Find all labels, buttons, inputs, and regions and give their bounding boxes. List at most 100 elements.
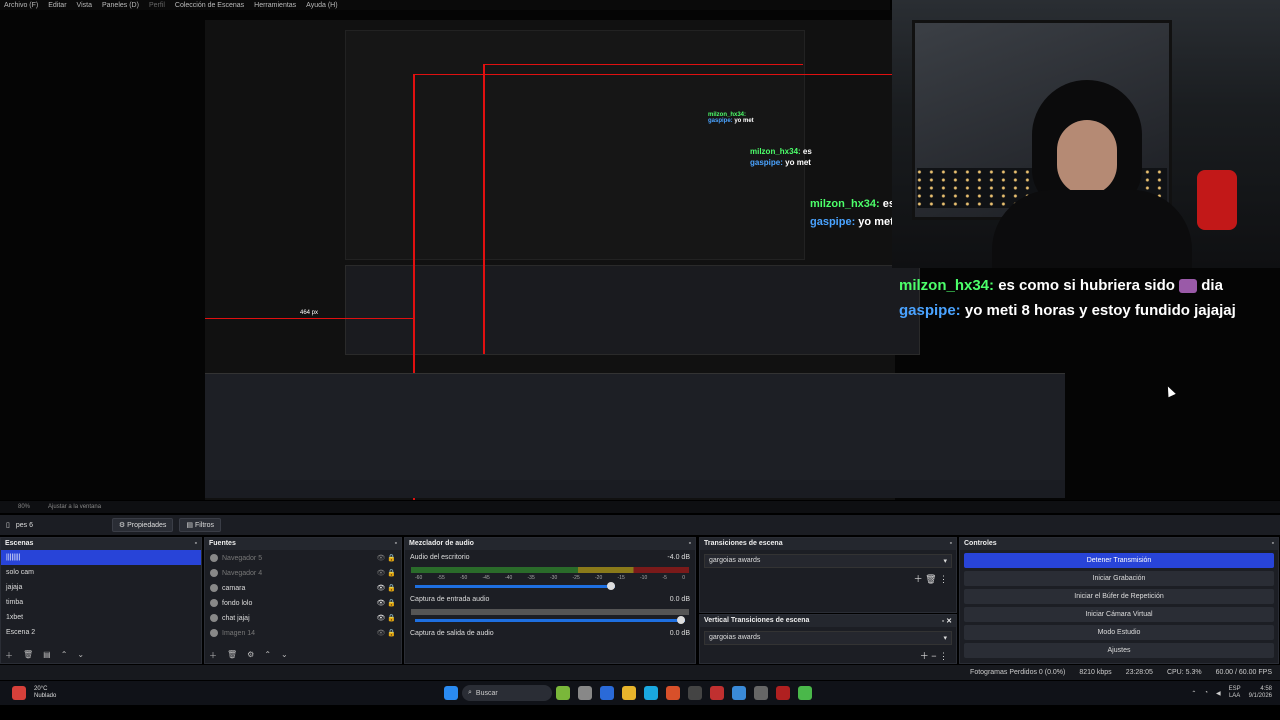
replay-buffer-button[interactable]: Iniciar el Búfer de Repetición xyxy=(964,589,1274,604)
guide-line xyxy=(413,74,893,75)
dock-title: Fuentes xyxy=(209,540,236,547)
volume-icon[interactable]: ◀ xyxy=(1216,690,1221,697)
app-icon[interactable] xyxy=(710,686,724,700)
vertical-transition-select[interactable]: gargoias awards ▾ xyxy=(704,631,952,645)
filter-icon[interactable]: ▤ xyxy=(43,650,51,661)
dropped-frames: Fotogramas Perdidos 0 (0.0%) xyxy=(970,669,1066,676)
transition-actions[interactable]: ＋ 🗑 ⋮ xyxy=(700,572,956,585)
menu-perfil[interactable]: Perfil xyxy=(149,2,165,9)
add-icon[interactable]: ＋ xyxy=(209,650,217,661)
menu-bar: Archivo (F) Editar Vista Paneles (D) Per… xyxy=(0,0,890,10)
status-bar: Fotogramas Perdidos 0 (0.0%) 8210 kbps 2… xyxy=(0,665,1280,680)
controls-dock: Controles ▫ Detener Transmisión Iniciar G… xyxy=(959,537,1279,664)
brave-icon[interactable] xyxy=(666,686,680,700)
volume-meter xyxy=(411,567,689,573)
chat-nested-3: milzon_hx34: gaspipe: yo met xyxy=(708,112,754,124)
scene-item[interactable]: |||||||| xyxy=(1,550,201,565)
fit-window[interactable]: Ajustar a la ventana xyxy=(48,504,101,510)
stop-stream-button[interactable]: Detener Transmisión xyxy=(964,553,1274,568)
up-icon[interactable]: ⌃ xyxy=(61,650,68,661)
vertical-transitions-dock: Vertical Transiciones de escena ▫ ✕ gargo… xyxy=(699,614,957,664)
edge-icon[interactable] xyxy=(644,686,658,700)
menu-archivo[interactable]: Archivo (F) xyxy=(4,2,38,9)
scene-item[interactable]: timba xyxy=(1,595,201,610)
app-icon[interactable] xyxy=(798,686,812,700)
app-icon[interactable] xyxy=(600,686,614,700)
chat-message: es como si hubriera sido xyxy=(998,277,1175,294)
system-tray: ⌃ ◔ ◀ ESP LAA 4:58 9/1/2026 xyxy=(1191,686,1280,700)
trash-icon[interactable]: 🗑 xyxy=(227,650,237,661)
scene-icon: ▯ xyxy=(6,522,10,529)
emote-icon xyxy=(1179,279,1198,294)
properties-button[interactable]: ⚙ Propiedades xyxy=(111,518,174,532)
chat-user: gaspipe: xyxy=(899,302,961,319)
add-icon[interactable]: ＋ xyxy=(5,650,13,661)
menu-coleccion[interactable]: Colección de Escenas xyxy=(175,2,244,9)
measure-label: 464 px xyxy=(300,310,319,316)
volume-slider[interactable] xyxy=(415,616,685,624)
app-icon[interactable] xyxy=(578,686,592,700)
obs-icon[interactable] xyxy=(688,686,702,700)
menu-vista[interactable]: Vista xyxy=(77,2,92,9)
source-item[interactable]: Imagen 14 👁 🔒 xyxy=(205,625,401,640)
filters-button[interactable]: ▤ Filtros xyxy=(179,518,222,532)
source-item[interactable]: chat jajaj 👁 🔒 xyxy=(205,610,401,625)
trash-icon[interactable]: 🗑 xyxy=(23,650,33,661)
studio-mode-button[interactable]: Modo Estudio xyxy=(964,625,1274,640)
dock-title: Escenas xyxy=(5,540,34,547)
scenes-dock: Escenas ▫ |||||||| solo cam jajaja timba … xyxy=(0,537,202,664)
chat-nested-1: milzon_hx34: es gaspipe: yo meti xyxy=(810,198,897,228)
bitrate: 8210 kbps xyxy=(1079,669,1112,676)
weather-icon xyxy=(12,686,26,700)
source-item[interactable]: fondo lolo 👁 🔒 xyxy=(205,595,401,610)
up-icon[interactable]: ⌃ xyxy=(264,650,271,661)
gear-icon[interactable]: ⚙ xyxy=(247,650,254,661)
nested-dock-preview xyxy=(345,265,920,355)
folder-icon[interactable] xyxy=(622,686,636,700)
down-icon[interactable]: ⌄ xyxy=(281,650,288,661)
audio-mixer-dock: Mezclador de audio ▫ Audio del escritorio… xyxy=(404,537,696,664)
start-icon[interactable] xyxy=(444,686,458,700)
app-icon[interactable] xyxy=(732,686,746,700)
source-item[interactable]: Navegador 4 👁 🔒 xyxy=(205,565,401,580)
dock-title: Mezclador de audio xyxy=(409,540,474,547)
language-indicator[interactable]: ESP LAA xyxy=(1229,686,1241,700)
menu-editar[interactable]: Editar xyxy=(48,2,66,9)
start-recording-button[interactable]: Iniciar Grabación xyxy=(964,571,1274,586)
cpu-usage: CPU: 5.3% xyxy=(1166,669,1202,676)
transition-select[interactable]: gargoias awards ▾ xyxy=(704,554,952,568)
taskbar-search[interactable]: ⌕ Buscar xyxy=(462,685,552,701)
clock[interactable]: 4:58 9/1/2026 xyxy=(1249,686,1272,700)
virtual-camera-button[interactable]: Iniciar Cámara Virtual xyxy=(964,607,1274,622)
weather-widget[interactable]: 20°C Nublado xyxy=(0,686,440,700)
settings-button[interactable]: Ajustes xyxy=(964,643,1274,658)
menu-paneles[interactable]: Paneles (D) xyxy=(102,2,139,9)
source-item[interactable]: camara 👁 🔒 xyxy=(205,580,401,595)
chevron-up-icon[interactable]: ⌃ xyxy=(1191,690,1196,697)
menu-herramientas[interactable]: Herramientas xyxy=(254,2,296,9)
chat-nested-2: milzon_hx34: es gaspipe: yo met xyxy=(750,147,812,167)
chat-message: yo meti 8 horas y estoy fundido jajajaj xyxy=(964,302,1236,319)
zoom-level[interactable]: 80% xyxy=(18,504,30,510)
dock-title: Vertical Transiciones de escena xyxy=(704,617,810,624)
search-icon: ⌕ xyxy=(468,689,472,696)
chat-overlay: milzon_hx34: es como si hubriera sido di… xyxy=(899,277,1236,319)
guide-line xyxy=(483,64,803,65)
meter-scale: -60 -55 -50 -45 -40 -35 -30 -25 -20 -15 -10 -5 0 xyxy=(415,575,685,581)
down-icon[interactable]: ⌄ xyxy=(77,650,84,661)
volume-slider[interactable] xyxy=(415,582,615,590)
menu-ayuda[interactable]: Ayuda (H) xyxy=(306,2,337,9)
source-item[interactable]: Navegador 5 👁 🔒 xyxy=(205,550,401,565)
vertical-transition-actions[interactable]: ＋ − ⋮ xyxy=(700,649,956,662)
chat-user: milzon_hx34: xyxy=(899,277,995,294)
mixer-channel: Captura de entrada audio 0.0 dB xyxy=(410,596,690,603)
preview-zoom-bar: 80% Ajustar a la ventana xyxy=(0,501,1280,513)
calculator-icon[interactable] xyxy=(754,686,768,700)
scene-item[interactable]: 1xbet xyxy=(1,610,201,625)
scene-item[interactable]: Escena 2 xyxy=(1,625,201,640)
scene-item[interactable]: solo cam xyxy=(1,565,201,580)
scene-item[interactable]: jajaja xyxy=(1,580,201,595)
app-icon[interactable] xyxy=(556,686,570,700)
wifi-icon[interactable]: ◔ xyxy=(1204,690,1208,696)
app-icon[interactable] xyxy=(776,686,790,700)
